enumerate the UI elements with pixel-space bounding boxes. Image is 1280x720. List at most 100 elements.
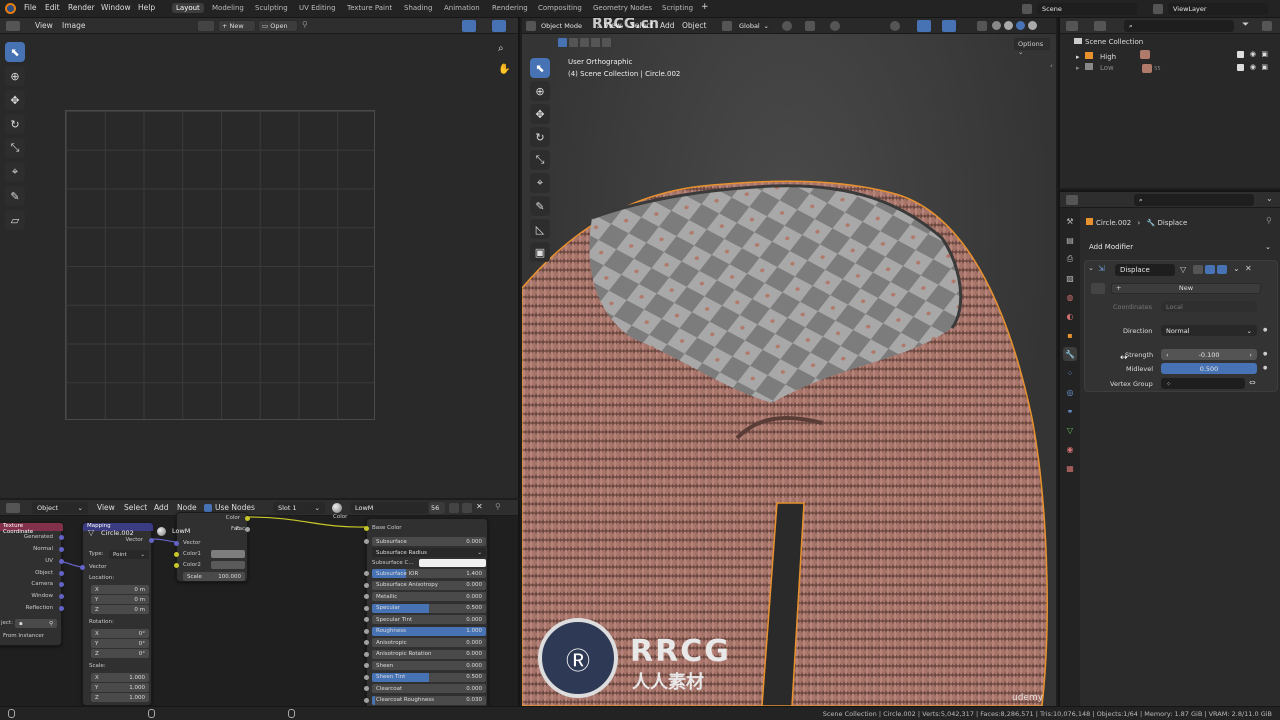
tab-scripting[interactable]: Scripting [658, 3, 697, 13]
shading-wire-icon[interactable] [992, 21, 1001, 30]
checker-color1-swatch[interactable] [211, 550, 245, 558]
direction-keyframe-icon[interactable]: ● [1263, 327, 1267, 333]
shading-material-icon[interactable] [1016, 21, 1025, 30]
viewport-rotate-tool-icon[interactable]: ↻ [530, 127, 550, 147]
menu-render[interactable]: Render [68, 3, 95, 12]
viewport-transform-tool-icon[interactable]: ⌖ [530, 173, 550, 193]
pin-icon[interactable]: ⚲ [302, 20, 308, 29]
select-tool-icon[interactable]: ⬉ [5, 42, 25, 62]
mapping-type-dropdown[interactable]: Point ⌄ [109, 550, 149, 559]
checker-vector-socket[interactable] [174, 541, 179, 546]
strength-keyframe-icon[interactable]: ● [1263, 351, 1267, 357]
viewport-move-tool-icon[interactable]: ✥ [530, 104, 550, 124]
bsdf-field[interactable]: Sheen 0.000 [372, 661, 486, 670]
modifier-tab-icon[interactable]: 🔧 [1063, 347, 1077, 361]
direction-dropdown[interactable]: Normal ⌄ [1161, 325, 1257, 336]
tab-texture-paint[interactable]: Texture Paint [343, 3, 396, 13]
location-z[interactable]: Z 0 m [91, 605, 149, 614]
rotate-tool-icon[interactable]: ↻ [5, 114, 25, 134]
tool-tab-icon[interactable]: ⚒ [1063, 214, 1077, 228]
viewport-toggle-icon[interactable] [1205, 265, 1215, 274]
outliner-item-low[interactable]: ▸ Low 55 ◉ ▣ [1076, 63, 1276, 75]
transform-tool-icon[interactable]: ⌖ [5, 162, 25, 182]
menu-edit[interactable]: Edit [45, 3, 60, 12]
checkbox-low[interactable] [1237, 64, 1244, 71]
strength-increment-icon[interactable]: › [1249, 351, 1252, 359]
midlevel-keyframe-icon[interactable]: ● [1263, 365, 1267, 371]
properties-options-icon[interactable]: ⌄ [1266, 194, 1273, 203]
bsdf-field[interactable]: Subsurface IOR 1.400 [372, 569, 486, 578]
properties-pin-icon[interactable]: ⚲ [1266, 216, 1272, 225]
tab-rendering[interactable]: Rendering [488, 3, 532, 13]
tab-uv-editing[interactable]: UV Editing [295, 3, 340, 13]
object-field[interactable]: ▪ ⚲ [15, 619, 57, 628]
cage-toggle-icon[interactable] [1193, 265, 1203, 274]
xray-icon[interactable] [977, 21, 987, 31]
menu-window[interactable]: Window [101, 3, 131, 12]
tab-shading[interactable]: Shading [400, 3, 436, 13]
annotate-tool-icon[interactable]: ✎ [5, 186, 25, 206]
bsdf-field[interactable]: Specular Tint 0.000 [372, 615, 486, 624]
menu-view[interactable]: View [35, 21, 53, 30]
bsdf-input-socket[interactable] [364, 628, 369, 634]
tab-sculpting[interactable]: Sculpting [251, 3, 292, 13]
view-layer-tab-icon[interactable]: ▨ [1063, 271, 1077, 285]
gizmo-icon[interactable] [917, 20, 931, 32]
bsdf-field[interactable]: Anisotropic Rotation 0.000 [372, 649, 486, 659]
scale-y[interactable]: Y 1.000 [91, 683, 149, 692]
3d-viewport[interactable]: Object Mode ⌄ View Select Add Object Glob… [522, 18, 1056, 706]
socket-reflection[interactable] [59, 606, 64, 611]
checker-scale-field[interactable]: Scale 100.000 [183, 572, 245, 581]
outliner-editor-icon[interactable] [1066, 21, 1078, 31]
coordinates-dropdown[interactable]: Local [1161, 301, 1257, 312]
eye-low-icon[interactable]: ◉ [1250, 63, 1256, 71]
select-extend-icon[interactable] [569, 38, 578, 47]
modifier-dropdown-icon[interactable]: ⌄ [1233, 264, 1240, 273]
viewport-cursor-tool-icon[interactable]: ⊕ [530, 81, 550, 101]
checker-color2-swatch[interactable] [211, 561, 245, 569]
snap-icon[interactable] [805, 21, 815, 31]
bsdf-field[interactable]: Subsurface 0.000 [372, 537, 486, 546]
texture-browse-icon[interactable] [1091, 283, 1105, 294]
texture-tab-icon[interactable]: ▦ [1063, 461, 1077, 475]
display-mode-icon[interactable] [462, 20, 476, 32]
shading-solid-icon[interactable] [1004, 21, 1013, 30]
mapping-input-socket[interactable] [80, 565, 85, 570]
viewport-measure-tool-icon[interactable]: ◺ [530, 219, 550, 239]
menu-file[interactable]: File [24, 3, 37, 12]
tab-modeling[interactable]: Modeling [208, 3, 248, 13]
viewport-annotate-tool-icon[interactable]: ✎ [530, 196, 550, 216]
bsdf-input-socket[interactable] [364, 617, 369, 622]
collapse-modifier-icon[interactable]: ⌄ [1088, 264, 1094, 272]
checker-fac-socket[interactable] [245, 527, 250, 532]
viewport-select-tool-icon[interactable]: ⬉ [530, 58, 550, 78]
base-color-socket[interactable] [364, 526, 369, 531]
blender-logo-icon[interactable] [5, 3, 16, 14]
rotation-x[interactable]: X 0° [91, 629, 149, 638]
viewport-editor-icon[interactable] [526, 21, 536, 31]
expand-high-icon[interactable]: ▸ [1076, 53, 1080, 61]
socket-camera[interactable] [59, 582, 64, 587]
bsdf-field[interactable]: Specular 0.500 [372, 603, 486, 613]
bsdf-input-socket[interactable] [364, 640, 369, 645]
tab-animation[interactable]: Animation [440, 3, 484, 13]
shading-rendered-icon[interactable] [1028, 21, 1037, 30]
particles-tab-icon[interactable]: ⁘ [1063, 366, 1077, 380]
edit-mode-toggle-icon[interactable]: ▽ [1180, 265, 1186, 274]
new-texture-button[interactable]: + New [1111, 283, 1261, 294]
pivot-icon[interactable] [782, 21, 792, 31]
add-modifier-button[interactable]: Add Modifier ⌄ [1084, 240, 1276, 253]
proportional-icon[interactable] [830, 21, 840, 31]
orientation-dropdown[interactable]: Global ⌄ [734, 20, 774, 32]
socket-object[interactable] [59, 571, 64, 576]
tab-geometry-nodes[interactable]: Geometry Nodes [589, 3, 656, 13]
socket-window[interactable] [59, 594, 64, 599]
outliner-filter-icon[interactable]: ⏷ [1242, 20, 1249, 30]
new-collection-icon[interactable] [1262, 21, 1272, 31]
options-dropdown[interactable]: Options ⌄ [1014, 38, 1050, 56]
overlays-icon[interactable] [942, 20, 956, 32]
orientation-icon[interactable] [722, 21, 732, 31]
constraints-tab-icon[interactable]: ⚭ [1063, 404, 1077, 418]
menu-help[interactable]: Help [138, 3, 155, 12]
properties-search[interactable]: ⌕ [1134, 194, 1254, 206]
